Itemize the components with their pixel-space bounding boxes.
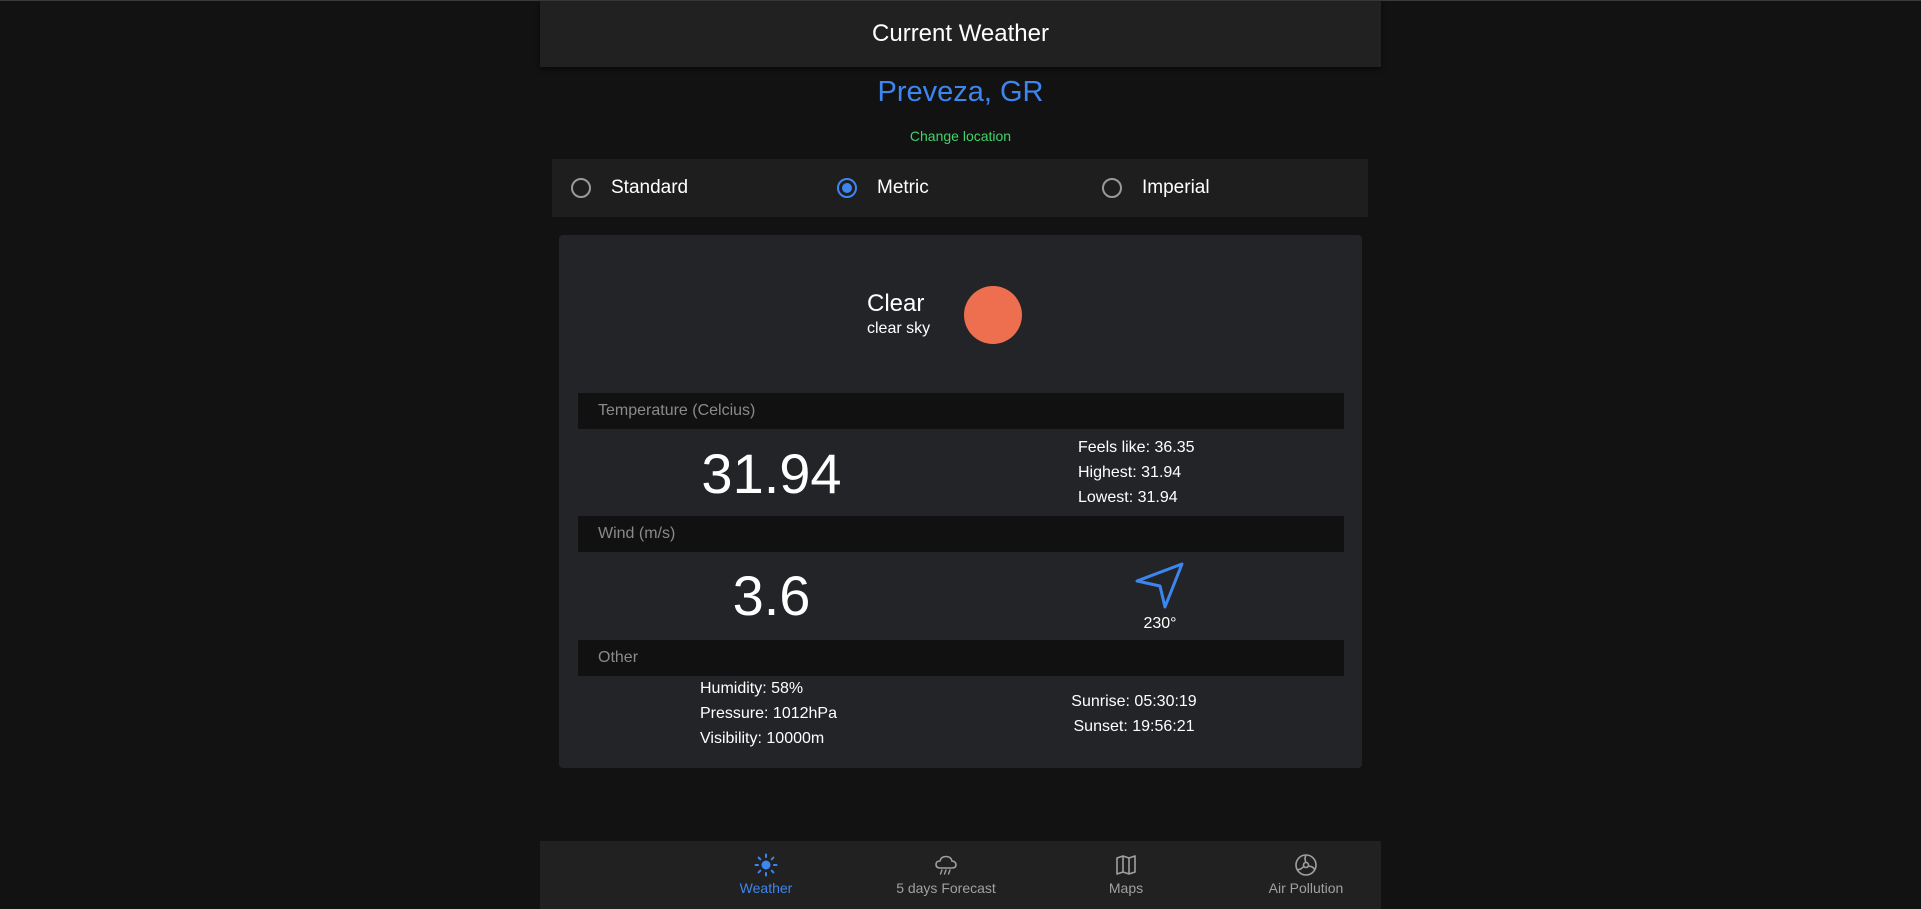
nav-item-forecast[interactable]: 5 days Forecast xyxy=(871,841,1021,909)
rain-cloud-icon[interactable] xyxy=(934,853,958,877)
condition-block: Clear clear sky xyxy=(867,290,930,338)
map-icon[interactable] xyxy=(1114,853,1138,877)
pressure: Pressure: 1012hPa xyxy=(700,705,837,722)
radio-imperial-label[interactable]: Imperial xyxy=(1142,177,1210,199)
lowest-temp: Lowest: 31.94 xyxy=(1078,489,1178,506)
visibility: Visibility: 10000m xyxy=(700,730,825,747)
radio-standard-label[interactable]: Standard xyxy=(611,177,688,199)
temperature-header-label: Temperature (Celcius) xyxy=(598,402,756,419)
radio-metric[interactable]: Metric xyxy=(837,159,929,217)
location-name: Preveza, GR xyxy=(877,76,1044,108)
nav-item-air-pollution[interactable]: Air Pollution xyxy=(1231,841,1381,909)
other-details-right: Sunrise: 05:30:19 Sunset: 19:56:21 xyxy=(1059,689,1209,739)
nav-label-weather[interactable]: Weather xyxy=(740,880,793,896)
humidity: Humidity: 58% xyxy=(700,680,804,697)
app-bar: Current Weather xyxy=(540,1,1381,67)
nav-label-maps[interactable]: Maps xyxy=(1109,880,1143,896)
nav-label-forecast[interactable]: 5 days Forecast xyxy=(896,880,996,896)
change-location-link[interactable]: Change location xyxy=(540,128,1381,144)
wind-direction: 230° xyxy=(1143,615,1177,632)
sunset: Sunset: 19:56:21 xyxy=(1073,718,1195,735)
wind-speed: 3.6 xyxy=(732,564,811,627)
bottom-navigation: Weather 5 days Forecast Maps Air Polluti… xyxy=(540,841,1381,909)
feels-like: Feels like: 36.35 xyxy=(1078,439,1195,456)
other-header-label: Other xyxy=(598,649,639,666)
radio-metric-label[interactable]: Metric xyxy=(877,177,929,199)
temperature-section-header: Temperature (Celcius) xyxy=(578,393,1344,429)
fan-icon[interactable] xyxy=(1294,853,1318,877)
units-radio-group: Standard Metric Imperial xyxy=(552,159,1368,217)
app-title: Current Weather xyxy=(872,20,1049,47)
highest-temp: Highest: 31.94 xyxy=(1078,464,1182,481)
navigation-arrow-icon xyxy=(1135,562,1184,609)
sun-icon xyxy=(964,286,1022,344)
temperature-value: 31.94 xyxy=(701,442,842,505)
radio-standard[interactable]: Standard xyxy=(571,159,688,217)
radio-imperial-indicator[interactable] xyxy=(1102,178,1122,198)
radio-standard-indicator[interactable] xyxy=(571,178,591,198)
condition-description: clear sky xyxy=(867,320,931,337)
radio-metric-indicator[interactable] xyxy=(837,178,857,198)
weather-card: Clear clear sky Temperature (Celcius) 31… xyxy=(559,235,1362,768)
wind-header-label: Wind (m/s) xyxy=(598,525,676,542)
wind-section-header: Wind (m/s) xyxy=(578,516,1344,552)
temperature-details: Feels like: 36.35 Highest: 31.94 Lowest:… xyxy=(1078,435,1195,510)
sunrise: Sunrise: 05:30:19 xyxy=(1071,693,1197,710)
condition-main: Clear xyxy=(867,290,925,317)
sun-icon[interactable] xyxy=(754,853,778,877)
radio-imperial[interactable]: Imperial xyxy=(1102,159,1210,217)
nav-label-air-pollution[interactable]: Air Pollution xyxy=(1269,880,1344,896)
nav-item-weather[interactable]: Weather xyxy=(691,841,841,909)
other-section-header: Other xyxy=(578,640,1344,676)
nav-item-maps[interactable]: Maps xyxy=(1051,841,1201,909)
other-details-left: Humidity: 58% Pressure: 1012hPa Visibili… xyxy=(700,676,837,751)
weather-app: Current Weather Preveza, GR Change locat… xyxy=(540,0,1381,909)
